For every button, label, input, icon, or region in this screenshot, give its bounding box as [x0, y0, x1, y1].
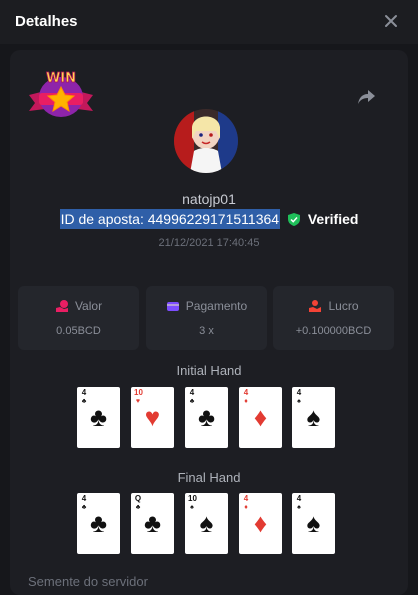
- card-suit-icon: ♠: [199, 508, 214, 538]
- card-rank: 4: [243, 494, 249, 503]
- stat-card-lucro: Lucro +0.100000BCD: [273, 286, 394, 350]
- bet-id[interactable]: ID de aposta: 44996229171511364: [59, 209, 281, 229]
- profit-hand-icon: [309, 300, 322, 312]
- initial-hand-card: 4 ♠ ♠: [292, 387, 335, 448]
- close-icon[interactable]: [384, 14, 398, 28]
- card-rank: 4: [81, 388, 87, 397]
- stat-value-pagamento: 3 x: [199, 325, 214, 337]
- server-seed-label: Semente do servidor: [28, 574, 148, 589]
- card-suit-icon: ♣: [143, 508, 162, 538]
- wallet-icon: [166, 302, 179, 311]
- final-hand-card: Q ♣ ♣: [131, 493, 174, 554]
- card-rank: 10: [188, 494, 197, 503]
- bet-id-row: ID de aposta: 44996229171511364 Verified: [0, 209, 418, 229]
- final-hand-card: 10 ♠ ♠: [185, 493, 228, 554]
- initial-hand-card: 4 ♦ ♦: [239, 387, 282, 448]
- avatar-image: [174, 109, 238, 173]
- card-suit-icon: ♣: [89, 508, 108, 538]
- card-suit-icon: ♣: [89, 402, 108, 432]
- initial-hand-card: 4 ♣ ♣: [77, 387, 120, 448]
- initial-hand-card: 10 ♥ ♥: [131, 387, 174, 448]
- avatar[interactable]: [174, 109, 238, 173]
- dialog-title: Detalhes: [15, 13, 78, 30]
- stat-value-valor: 0.05BCD: [56, 325, 101, 337]
- final-hand-card: 4 ♦ ♦: [239, 493, 282, 554]
- card-rank: 4: [189, 388, 195, 397]
- win-badge-text: WIN: [46, 71, 76, 86]
- card-rank: 10: [134, 388, 143, 397]
- stat-label-pagamento: Pagamento: [185, 299, 248, 313]
- final-hand-card: 4 ♣ ♣: [77, 493, 120, 554]
- card-suit-icon: ♠: [306, 508, 321, 538]
- username: natojp01: [182, 191, 236, 207]
- stat-value-lucro: +0.100000BCD: [295, 325, 372, 337]
- card-suit-icon: ♣: [197, 402, 216, 432]
- final-hand-card: 4 ♠ ♠: [292, 493, 335, 554]
- card-suit-icon: ♥: [144, 402, 161, 432]
- share-icon[interactable]: [357, 86, 377, 106]
- coins-hand-icon: [55, 300, 68, 312]
- win-badge-icon: WIN: [29, 71, 93, 117]
- card-rank: 4: [243, 388, 249, 397]
- initial-hand-title: Initial Hand: [176, 363, 242, 378]
- verified-label: Verified: [307, 211, 359, 227]
- card-suit-icon: ♦: [253, 402, 268, 432]
- card-suit-icon: ♦: [253, 508, 268, 538]
- dialog-header: Detalhes: [0, 0, 418, 44]
- verified-shield-icon: [287, 213, 300, 226]
- card-suit-icon: ♠: [306, 402, 321, 432]
- bet-timestamp: 21/12/2021 17:40:45: [158, 237, 260, 249]
- card-rank: 4: [81, 494, 87, 503]
- stat-card-pagamento: Pagamento 3 x: [146, 286, 267, 350]
- card-rank: 4: [296, 494, 302, 503]
- card-rank: 4: [296, 388, 302, 397]
- stat-label-lucro: Lucro: [328, 299, 359, 313]
- initial-hand-card: 4 ♣ ♣: [185, 387, 228, 448]
- stat-card-valor: Valor 0.05BCD: [18, 286, 139, 350]
- card-rank: Q: [134, 494, 142, 503]
- final-hand-title: Final Hand: [177, 470, 241, 485]
- stat-label-valor: Valor: [74, 299, 103, 313]
